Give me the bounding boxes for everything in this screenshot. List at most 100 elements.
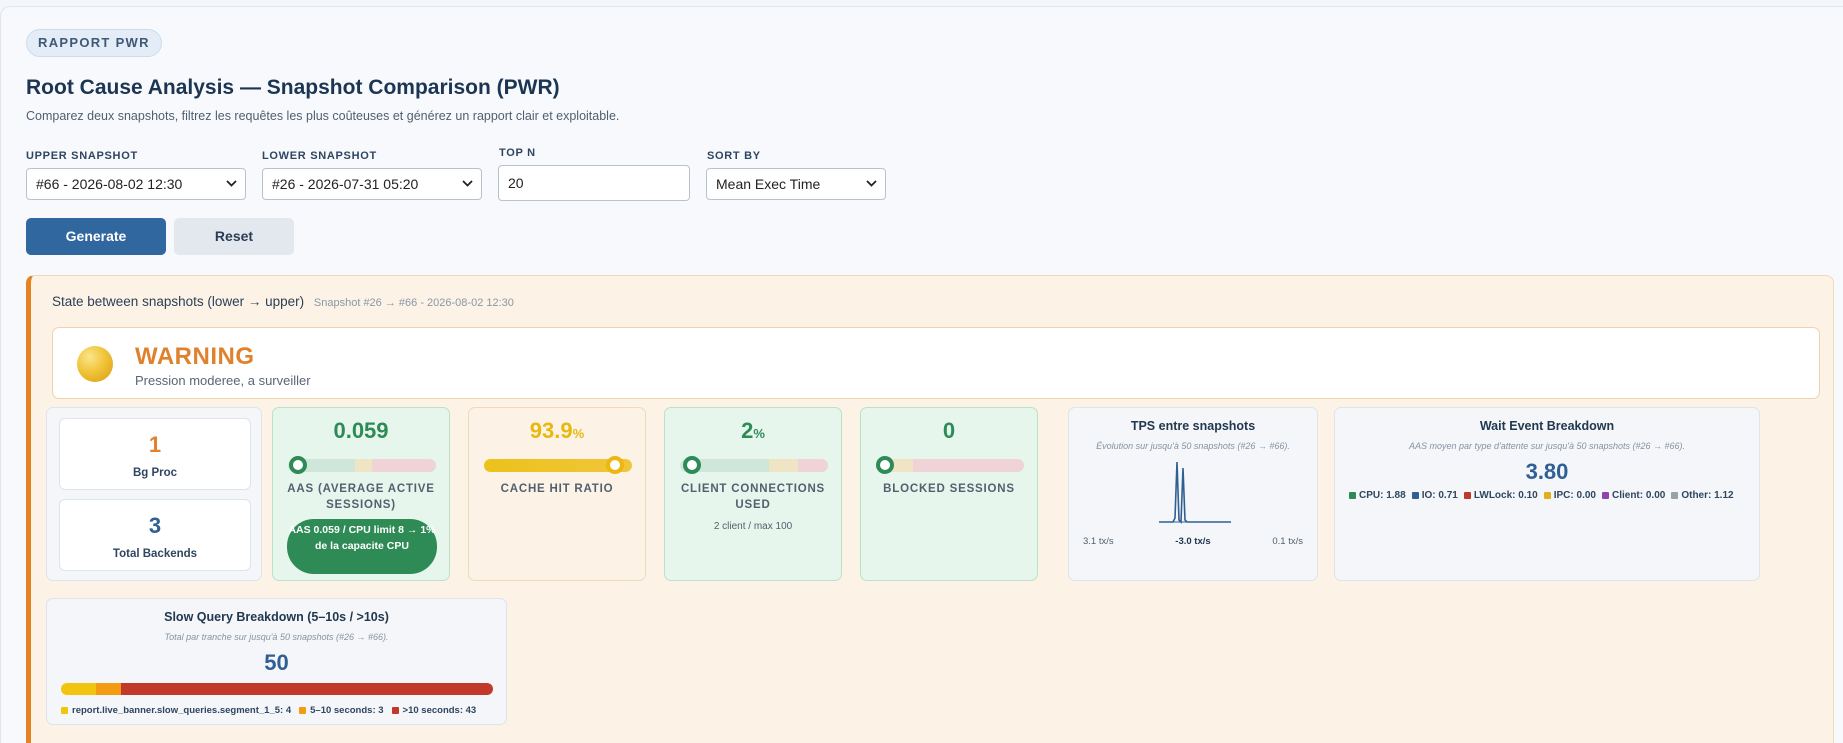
slow-query-subtitle: Total par tranche sur jusqu'à 50 snapsho… xyxy=(164,632,389,642)
wait-legend-item: Client: 0.00 xyxy=(1601,490,1666,501)
report-page: RAPPORT PWR Root Cause Analysis — Snapsh… xyxy=(0,6,1843,743)
upper-snapshot-label: UPPER SNAPSHOT xyxy=(26,150,138,162)
bg-proc-value: 1 xyxy=(148,432,162,457)
wait-legend-swatch xyxy=(1349,492,1356,499)
status-title: WARNING xyxy=(135,343,255,370)
cache-gauge-knob xyxy=(606,456,625,474)
cache-hit-number: 93.9 xyxy=(529,418,573,443)
cache-hit-label: CACHE HIT RATIO xyxy=(500,483,614,495)
lower-snapshot-label: LOWER SNAPSHOT xyxy=(262,150,377,162)
slow-legend-item: report.live_banner.slow_queries.segment_… xyxy=(61,705,291,716)
wait-legend-label: CPU: 1.88 xyxy=(1359,490,1406,501)
blocked-sessions-label: BLOCKED SESSIONS xyxy=(883,483,1015,495)
wait-legend-label: IPC: 0.00 xyxy=(1553,490,1596,501)
wait-legend-item: IO: 0.71 xyxy=(1411,490,1458,501)
slow-legend-swatch xyxy=(61,707,68,714)
wait-legend-label: LWLock: 0.10 xyxy=(1473,490,1538,501)
wait-event-subtitle: AAS moyen par type d'attente sur jusqu'à… xyxy=(1408,441,1686,451)
wait-legend-label: Client: 0.00 xyxy=(1611,490,1666,501)
total-backends-value: 3 xyxy=(148,513,162,538)
report-badge: RAPPORT PWR xyxy=(26,29,162,57)
slow-legend-item: 5–10 seconds: 3 xyxy=(299,705,384,716)
cache-hit-unit: % xyxy=(572,426,585,441)
slow-legend-swatch xyxy=(391,707,399,714)
slow-query-title: Slow Query Breakdown (5–10s / >10s) xyxy=(164,610,389,624)
blocked-sessions-card: 0 BLOCKED SESSIONS xyxy=(860,407,1038,581)
wait-legend-swatch xyxy=(1411,492,1419,499)
blocked-sessions-value: 0 xyxy=(942,418,956,443)
chevron-down-icon xyxy=(866,169,877,187)
client-connections-value: 2% xyxy=(665,418,841,444)
client-connections-number: 2 xyxy=(741,418,754,443)
generate-button[interactable]: Generate xyxy=(26,218,166,255)
slow-legend-label: 5–10 seconds: 3 xyxy=(310,705,384,716)
aas-value: 0.059 xyxy=(333,418,389,443)
wait-legend-swatch xyxy=(1543,492,1551,499)
upper-snapshot-select[interactable]: #66 - 2026-08-02 12:30 xyxy=(26,168,246,200)
slow-legend-label: >10 seconds: 43 xyxy=(402,705,477,716)
aas-gauge-track xyxy=(288,459,436,472)
page-subtitle: Comparez deux snapshots, filtrez les req… xyxy=(26,109,620,123)
tps-card: TPS entre snapshots Évolution sur jusqu'… xyxy=(1068,407,1318,581)
top-n-value: 20 xyxy=(508,175,524,191)
status-subtitle: Pression moderee, a surveiller xyxy=(135,373,311,388)
sort-by-label: SORT BY xyxy=(707,150,761,162)
lower-snapshot-value: #26 - 2026-07-31 05:20 xyxy=(272,176,419,192)
slow-query-total: 50 xyxy=(264,650,289,675)
blocked-gauge-knob xyxy=(876,456,894,474)
sort-by-select[interactable]: Mean Exec Time xyxy=(706,168,886,200)
wait-event-title: Wait Event Breakdown xyxy=(1479,419,1615,433)
client-connections-note: 2 client / max 100 xyxy=(713,521,793,532)
wait-event-total: 3.80 xyxy=(1525,459,1569,484)
slow-query-segment xyxy=(121,683,493,695)
slow-query-card: Slow Query Breakdown (5–10s / >10s) Tota… xyxy=(46,598,507,725)
total-backends-box: 3 Total Backends xyxy=(59,499,251,571)
sort-by-value: Mean Exec Time xyxy=(716,176,821,192)
client-gauge-track xyxy=(680,459,828,472)
wait-legend-swatch xyxy=(1601,492,1609,499)
page-title: Root Cause Analysis — Snapshot Compariso… xyxy=(26,76,560,99)
wait-event-legend: CPU: 1.88 IO: 0.71 LWLock: 0.10 IPC: 0.00 Cl… xyxy=(1349,490,1759,501)
wait-legend-item: LWLock: 0.10 xyxy=(1463,490,1538,501)
state-heading-text: State between snapshots (lower → upper) xyxy=(52,294,305,309)
lower-snapshot-select[interactable]: #26 - 2026-07-31 05:20 xyxy=(262,168,482,200)
tps-sparkline xyxy=(1159,461,1231,524)
wait-event-card: Wait Event Breakdown AAS moyen par type … xyxy=(1334,407,1760,581)
upper-snapshot-value: #66 - 2026-08-02 12:30 xyxy=(36,176,183,192)
wait-legend-label: Other: 1.12 xyxy=(1681,490,1734,501)
aas-capacity-badge: AAS 0.059 / CPU limit 8 → 1% de la capac… xyxy=(287,519,437,574)
wait-legend-swatch xyxy=(1463,492,1471,499)
slow-legend-swatch xyxy=(299,707,307,714)
client-connections-label: CLIENT CONNECTIONS USED xyxy=(680,483,826,511)
bg-proc-label: Bg Proc xyxy=(132,467,178,479)
warning-status-icon xyxy=(77,346,113,382)
wait-legend-item: IPC: 0.00 xyxy=(1543,490,1596,501)
state-meta: Snapshot #26 → #66 - 2026-08-02 12:30 xyxy=(313,297,514,309)
slow-query-segment xyxy=(95,683,122,695)
bg-proc-box: 1 Bg Proc xyxy=(59,418,251,490)
client-connections-card: 2% CLIENT CONNECTIONS USED 2 client / ma… xyxy=(664,407,842,581)
tps-right-value: 0.1 tx/s xyxy=(1272,536,1303,547)
reset-button[interactable]: Reset xyxy=(174,218,294,255)
tps-line xyxy=(1159,461,1231,524)
client-gauge-knob xyxy=(682,456,701,474)
aas-label: AAS (AVERAGE ACTIVE SESSIONS) xyxy=(287,483,435,511)
total-backends-label: Total Backends xyxy=(112,548,198,560)
state-panel: State between snapshots (lower → upper) … xyxy=(26,275,1834,743)
wait-legend-item: Other: 1.12 xyxy=(1671,490,1734,501)
wait-legend-swatch xyxy=(1671,492,1679,499)
blocked-gauge-track xyxy=(876,459,1024,472)
slow-legend-label: report.live_banner.slow_queries.segment_… xyxy=(72,705,292,716)
chevron-down-icon xyxy=(462,169,473,187)
state-heading: State between snapshots (lower → upper) … xyxy=(52,294,514,309)
tps-title: TPS entre snapshots xyxy=(1130,419,1256,433)
wait-legend-item: CPU: 1.88 xyxy=(1349,490,1406,501)
client-connections-unit: % xyxy=(753,426,765,441)
slow-legend-item: >10 seconds: 43 xyxy=(391,705,477,716)
top-n-input[interactable]: 20 xyxy=(498,165,690,201)
top-n-label: TOP N xyxy=(499,147,536,159)
wait-legend-label: IO: 0.71 xyxy=(1421,490,1458,501)
status-card: WARNING Pression moderee, a surveiller xyxy=(52,327,1820,399)
cache-hit-value: 93.9% xyxy=(469,418,645,444)
aas-card: 0.059 AAS (AVERAGE ACTIVE SESSIONS) AAS … xyxy=(272,407,450,581)
